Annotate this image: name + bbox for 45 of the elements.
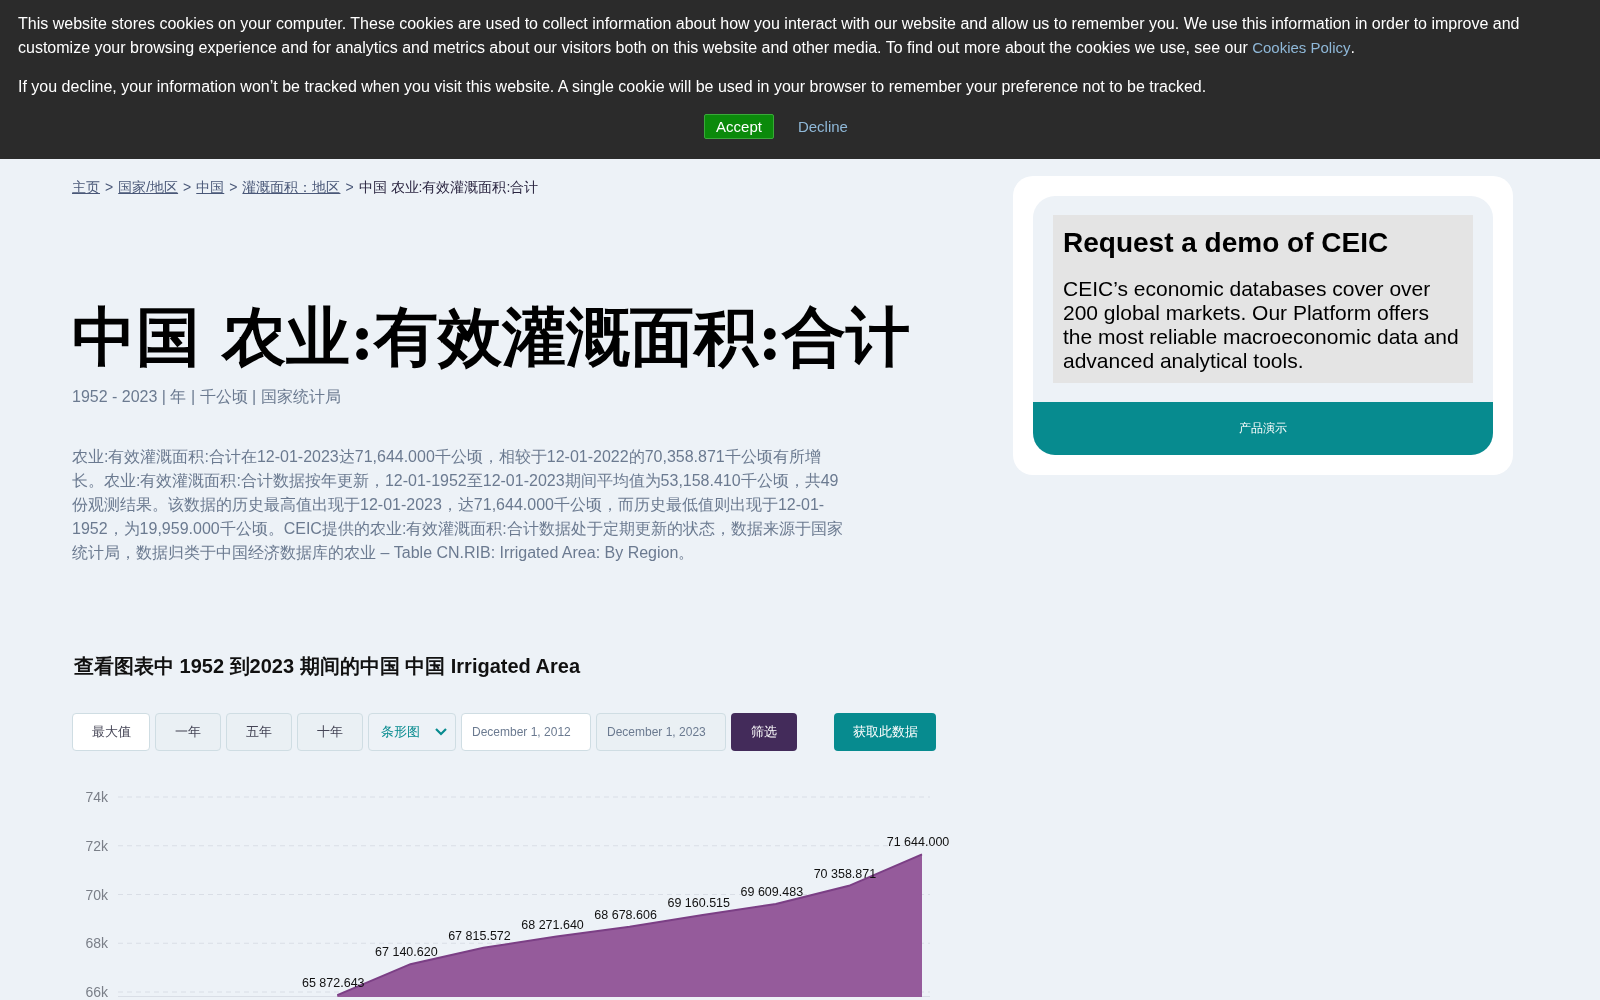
banner-text: If you decline, your information won’t be tracked when you visit this website. A single cookie will be used in your browser to remember your preference not to be tracked. bbox=[18, 77, 1208, 97]
card-text: CEIC’s economic databases cover over 200 global markets. Our Platform offers the most reliable macroeconomic data and advanced analytical tools. bbox=[1063, 277, 1460, 373]
start-date-field[interactable]: December 1, 2012 bbox=[461, 713, 591, 751]
chart-heading: 查看图表中 1952 到2023 期间的中国 中国 Irrigated Area bbox=[74, 654, 582, 679]
chevron-down-icon bbox=[435, 728, 447, 736]
page-title: 中国 农业:有效灌溉面积:合计 bbox=[72, 298, 911, 376]
data-label: 68 678.606 bbox=[594, 907, 657, 922]
data-label: 69 609.483 bbox=[740, 885, 804, 899]
breadcrumb-link[interactable]: 主页 bbox=[72, 177, 100, 197]
card-title: Request a demo of CEIC bbox=[1063, 226, 1390, 260]
data-label: 71 644.000 bbox=[886, 835, 950, 850]
breadcrumb-separator: > bbox=[183, 178, 192, 197]
filter-button[interactable]: 筛选 bbox=[731, 713, 797, 751]
data-label: 69 160.515 bbox=[667, 895, 730, 910]
breadcrumb-link[interactable]: 灌溉面积：地区 bbox=[242, 177, 341, 197]
y-axis-label: 66k bbox=[85, 984, 108, 1000]
data-label: 70 358.871 bbox=[813, 866, 877, 881]
breadcrumb-separator: > bbox=[345, 178, 354, 197]
demo-button[interactable]: 产品演示 bbox=[1033, 402, 1493, 455]
breadcrumb-link[interactable]: 国家/地区 bbox=[118, 177, 179, 197]
data-label: 68 271.640 bbox=[521, 917, 584, 932]
y-axis-label: 68k bbox=[85, 935, 108, 952]
page-subtitle: 1952 - 2023 | 年 | 千公顷 | 国家统计局 bbox=[72, 387, 342, 407]
data-label: 67 815.572 bbox=[448, 928, 511, 943]
range-button[interactable]: 一年 bbox=[155, 713, 221, 751]
end-date-field[interactable]: December 1, 2023 bbox=[596, 713, 726, 751]
banner-text: This website stores cookies on your computer. These cookies are used to collect information about how you interact with our website and allow us to remember you. We use this information in order to improve and customize your browsing experience and for analytics and metrics about our visitors both on this website and other media. To find out more about the cookies we use, see our Cookies Policy. bbox=[18, 14, 1521, 58]
accept-button[interactable]: Accept bbox=[704, 114, 774, 139]
y-axis-label: 70k bbox=[85, 886, 108, 903]
range-button[interactable]: 五年 bbox=[226, 713, 292, 751]
chart-type-select[interactable]: 条形图 bbox=[368, 713, 456, 751]
decline-button[interactable]: Decline bbox=[791, 115, 854, 138]
breadcrumb-separator: > bbox=[105, 178, 114, 197]
breadcrumb-current: 中国 农业:有效灌溉面积:合计 bbox=[358, 178, 539, 197]
data-label: 65 872.643 bbox=[302, 976, 365, 991]
description-text: 农业:有效灌溉面积:合计在12-01-2023达71,644.000千公顷，相较于12-01-2022的70,358.871千公顷有所增长。农业:有效灌溉面积:合计数据按年更新，12-01-1952至12-01-2023期间平均值为53,158.410千公顷，共49份观测结果。该数据的历史最高值出现于12-01-2023，达71,644.000千公顷，而历史最低值则出现于12-01-1952，为19,959.000千公顷。CEIC提供的农业:有效灌溉面积:合计数据处于定期更新的状态，数据来源于国家统计局，数据归类于中国经济数据库的农业 – Table CN.RIB: Irrigated Area: By Region。 bbox=[72, 447, 844, 563]
range-button[interactable]: 最大值 bbox=[72, 713, 150, 751]
range-button[interactable]: 十年 bbox=[297, 713, 363, 751]
y-axis-label: 72k bbox=[85, 837, 108, 854]
breadcrumb-separator: > bbox=[229, 178, 238, 197]
get-data-button[interactable]: 获取此数据 bbox=[834, 713, 936, 751]
cookies-policy-link[interactable]: Cookies Policy bbox=[1252, 39, 1351, 56]
breadcrumb-link[interactable]: 中国 bbox=[196, 177, 225, 197]
y-axis-label: 74k bbox=[85, 789, 108, 805]
data-label: 67 140.620 bbox=[375, 945, 438, 960]
